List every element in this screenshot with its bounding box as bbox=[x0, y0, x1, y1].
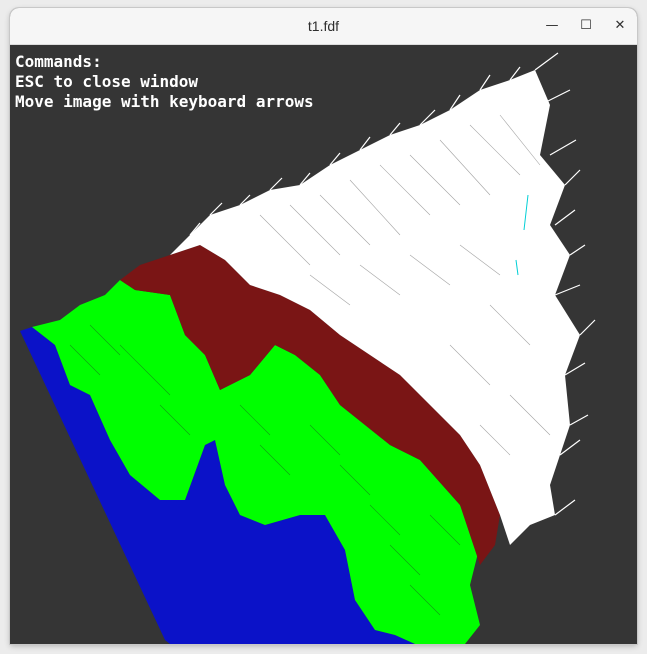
minimize-button[interactable]: — bbox=[540, 14, 564, 38]
terrain-wireframe bbox=[20, 52, 596, 644]
wireframe-canvas bbox=[20, 52, 596, 644]
app-window: t1.fdf — ☐ ✕ Commands: ESC to close wind… bbox=[10, 8, 637, 644]
command-esc: ESC to close window bbox=[15, 72, 199, 91]
commands-overlay: Commands: ESC to close window Move image… bbox=[15, 52, 314, 112]
commands-heading: Commands: bbox=[15, 52, 102, 71]
title-bar[interactable]: t1.fdf — ☐ ✕ bbox=[10, 8, 637, 45]
close-button[interactable]: ✕ bbox=[608, 14, 632, 38]
maximize-button[interactable]: ☐ bbox=[574, 14, 598, 38]
command-arrows: Move image with keyboard arrows bbox=[15, 92, 314, 111]
